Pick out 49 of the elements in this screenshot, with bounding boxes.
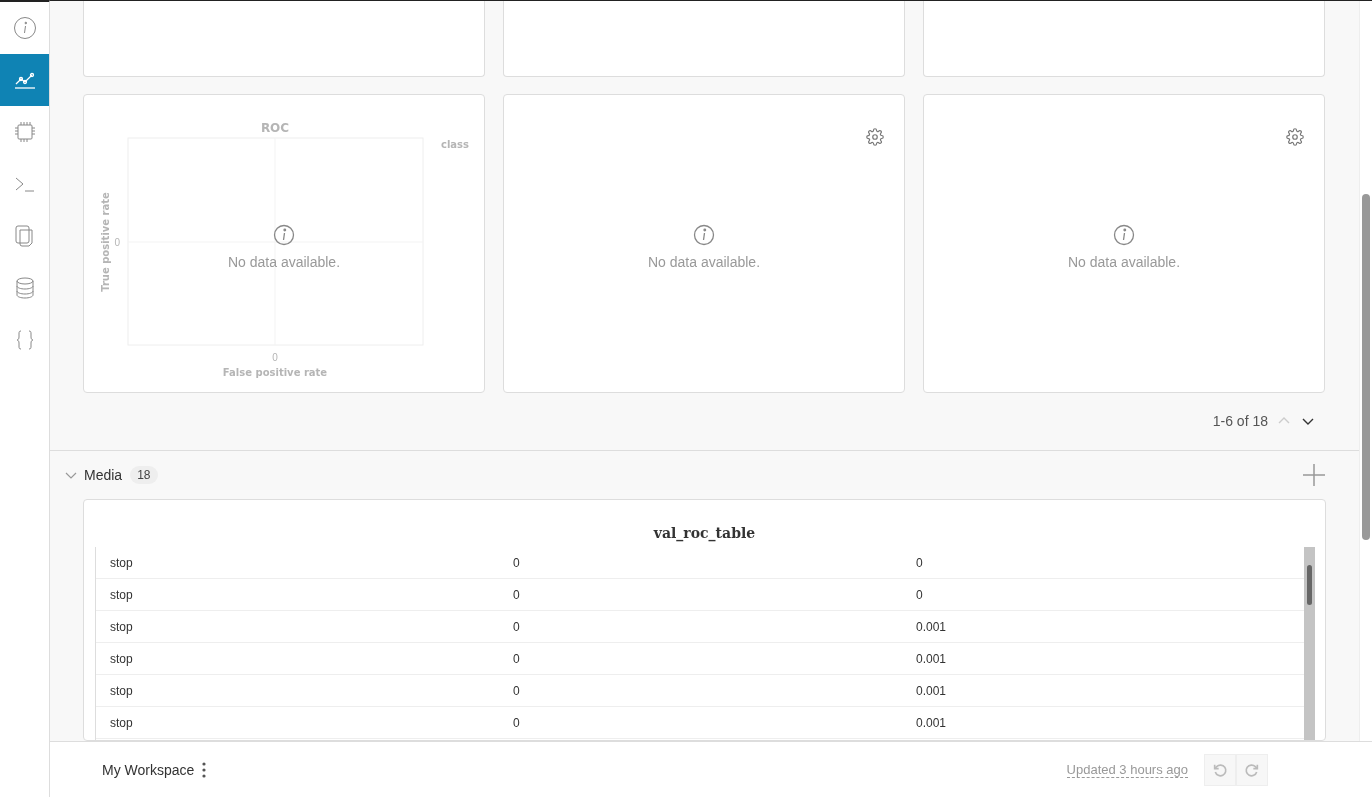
chart-title: ROC bbox=[260, 121, 290, 135]
redo-button[interactable] bbox=[1236, 753, 1268, 786]
undo-button[interactable] bbox=[1204, 753, 1236, 786]
scrollbar[interactable] bbox=[1359, 1, 1372, 742]
table-cell-text: stop bbox=[110, 651, 134, 666]
workspace-name[interactable]: My Workspace bbox=[102, 761, 195, 778]
info-icon bbox=[693, 224, 715, 246]
info-icon bbox=[273, 224, 295, 246]
table-title: val_roc_table bbox=[652, 524, 757, 544]
table-cell-text: stop bbox=[110, 715, 134, 730]
plus-icon[interactable] bbox=[1302, 463, 1326, 487]
y-axis-label: True positive rate bbox=[100, 192, 111, 292]
undo-icon bbox=[1212, 761, 1228, 778]
table-cell-text: stop bbox=[110, 619, 134, 634]
section-title: Media bbox=[84, 467, 123, 483]
empty-message: No data available. bbox=[647, 254, 761, 270]
table-cell-text: 0 bbox=[513, 715, 521, 730]
scrollbar[interactable] bbox=[1304, 547, 1315, 741]
legend-title: class bbox=[441, 139, 469, 150]
table-cell-text: stop bbox=[110, 555, 134, 570]
table-cell-text: stop bbox=[110, 587, 134, 602]
table-cell-text: 0.001 bbox=[916, 651, 948, 666]
table-cell-text: 0.001 bbox=[916, 683, 948, 698]
table-cell-text: 0.001 bbox=[916, 715, 948, 730]
chip-icon bbox=[12, 120, 37, 144]
table-cell-text: 0 bbox=[513, 555, 521, 570]
info-icon bbox=[1113, 224, 1135, 246]
table-cell-text: 0 bbox=[916, 587, 924, 602]
x-tick-label: 0 bbox=[272, 352, 278, 363]
empty-message: No data available. bbox=[227, 254, 341, 270]
table-cell-text: 0.001 bbox=[916, 619, 948, 634]
sidebar-tab[interactable] bbox=[0, 54, 49, 106]
pagination-text: 1-6 of 18 bbox=[1212, 413, 1268, 429]
table-cell-text: 0 bbox=[513, 651, 521, 666]
settings-button[interactable] bbox=[866, 128, 884, 146]
more-icon[interactable] bbox=[202, 761, 207, 778]
table-cell-text: 0 bbox=[916, 555, 924, 570]
table-cell-text: stop bbox=[110, 683, 134, 698]
table-cell-text: 0 bbox=[513, 619, 521, 634]
table-cell-text: 0 bbox=[513, 587, 521, 602]
info-icon bbox=[12, 16, 37, 40]
settings-button[interactable] bbox=[1286, 128, 1304, 146]
redo-icon bbox=[1244, 761, 1260, 778]
updated-text: Updated 3 hours ago bbox=[1066, 761, 1188, 778]
y-tick-label: 0 bbox=[114, 237, 120, 248]
count-badge: 18 bbox=[130, 466, 158, 484]
empty-message: No data available. bbox=[1067, 254, 1181, 270]
x-axis-label: False positive rate bbox=[222, 367, 328, 378]
table-cell-text: 0 bbox=[513, 683, 521, 698]
